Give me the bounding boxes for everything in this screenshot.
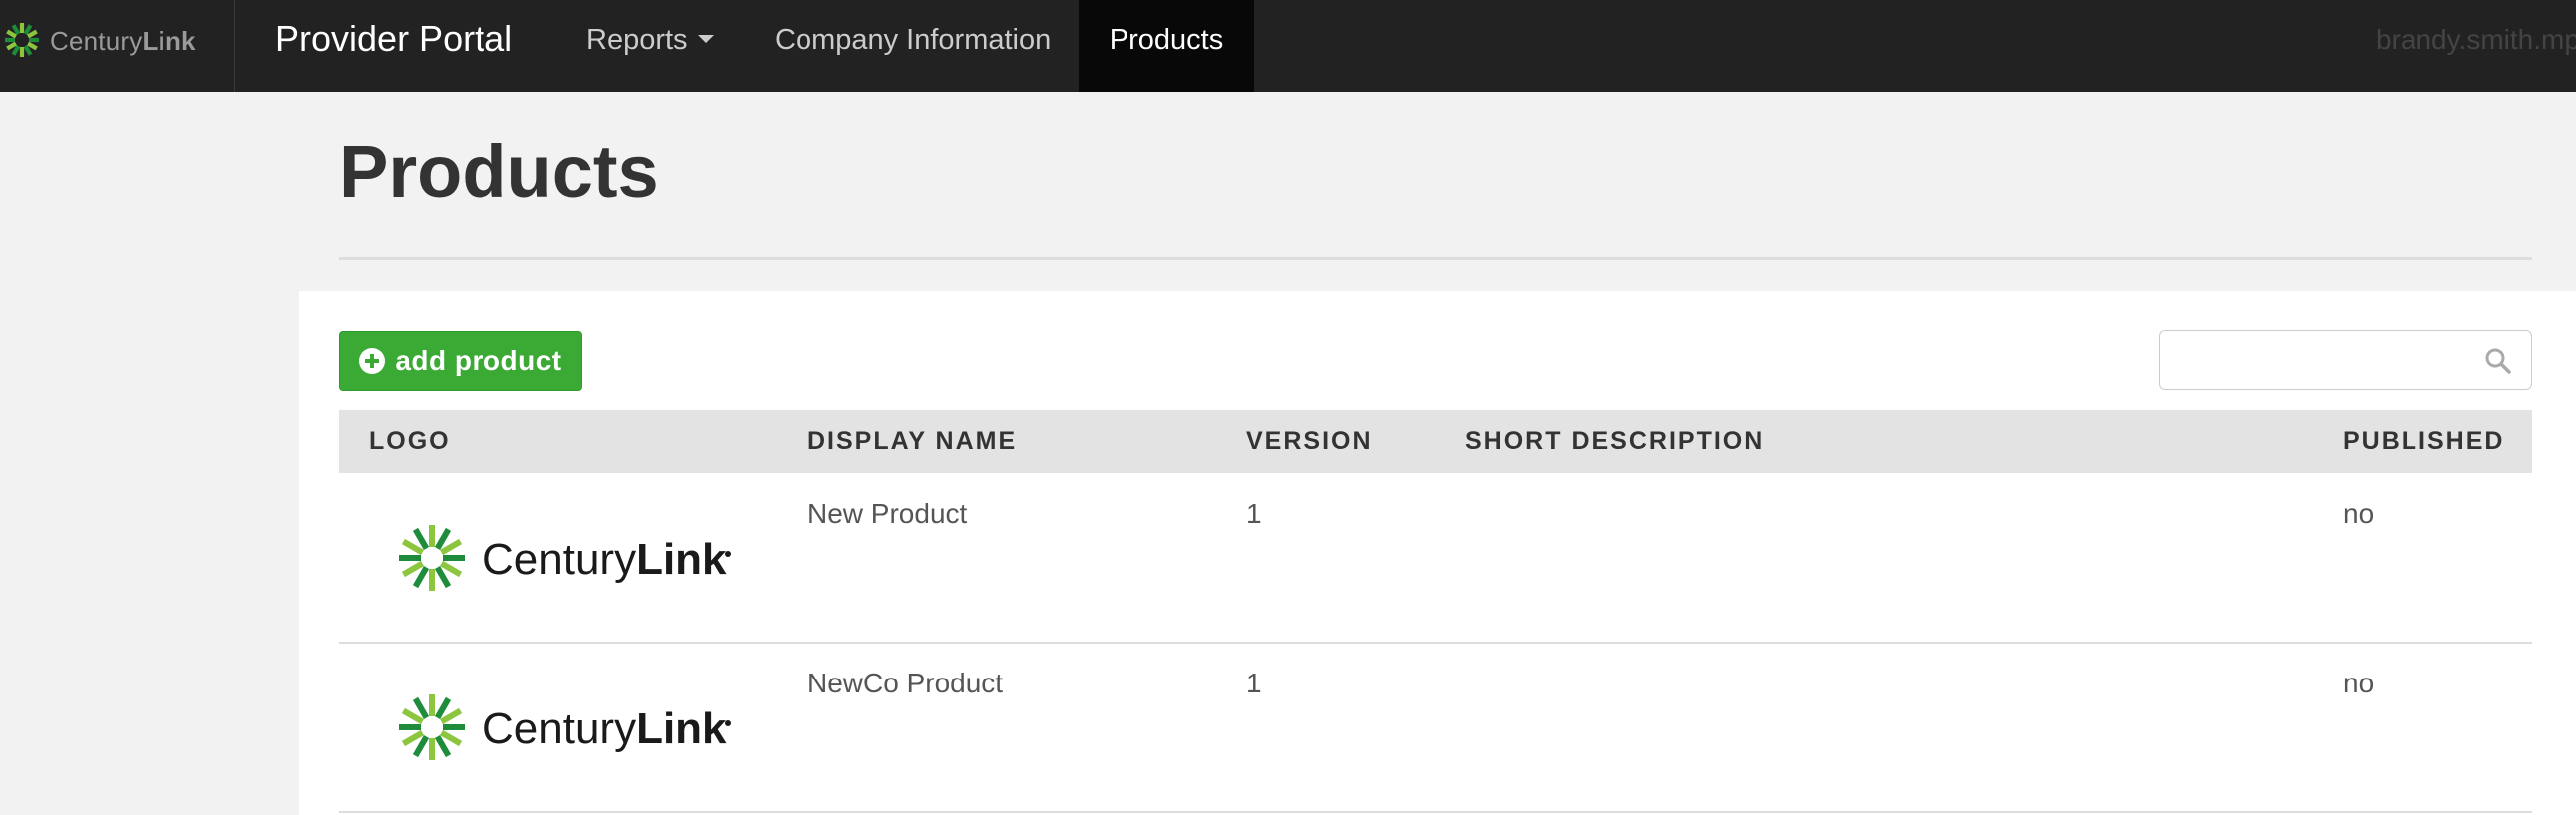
column-header-version[interactable]: VERSION	[1246, 410, 1373, 473]
caret-down-icon	[697, 35, 714, 44]
version: 1	[1246, 498, 1262, 529]
published-status: no	[2343, 668, 2375, 698]
product-logo: CenturyLink	[399, 525, 731, 591]
search-box[interactable]	[2159, 330, 2532, 390]
divider	[339, 257, 2532, 260]
table-row[interactable]: CenturyLink NewCo Product 1 no	[339, 644, 2532, 813]
version: 1	[1246, 668, 1262, 698]
display-name[interactable]: NewCo Product	[807, 668, 1003, 699]
published-status: no	[2343, 498, 2375, 529]
search-input[interactable]	[2170, 339, 2473, 381]
centurylink-burst-icon	[399, 525, 465, 591]
column-header-logo[interactable]: LOGO	[369, 410, 451, 473]
plus-circle-icon	[359, 348, 386, 374]
page-title: Products	[339, 131, 659, 213]
search-icon[interactable]	[2483, 346, 2513, 376]
nav-products[interactable]: Products	[1079, 0, 1254, 92]
product-logo: CenturyLink	[399, 694, 731, 760]
add-product-label: add product	[395, 345, 562, 376]
nav-company-information[interactable]: Company Information	[775, 0, 1051, 92]
centurylink-logo-icon	[5, 23, 39, 57]
display-name[interactable]: New Product	[807, 498, 967, 530]
table-header: LOGO DISPLAY NAME VERSION SHORT DESCRIPT…	[339, 410, 2532, 473]
centurylink-burst-icon	[399, 694, 465, 760]
svg-text:CenturyLink: CenturyLink	[483, 535, 727, 584]
svg-text:CenturyLink: CenturyLink	[483, 704, 727, 753]
add-product-button[interactable]: add product	[339, 331, 582, 391]
nav-reports-dropdown[interactable]: Reports	[586, 0, 714, 92]
top-navbar: CenturyLink Provider Portal Reports Comp…	[0, 0, 2576, 92]
user-menu[interactable]: brandy.smith.mp	[2376, 0, 2576, 80]
portal-title[interactable]: Provider Portal	[275, 18, 512, 60]
column-header-published[interactable]: PUBLISHED	[2343, 410, 2504, 473]
table-row[interactable]: CenturyLink New Product 1 no	[339, 474, 2532, 644]
column-header-short-description[interactable]: SHORT DESCRIPTION	[1465, 410, 1764, 473]
brand[interactable]: CenturyLink	[0, 0, 235, 92]
brand-name: CenturyLink	[50, 26, 196, 56]
column-header-display-name[interactable]: DISPLAY NAME	[807, 410, 1017, 473]
